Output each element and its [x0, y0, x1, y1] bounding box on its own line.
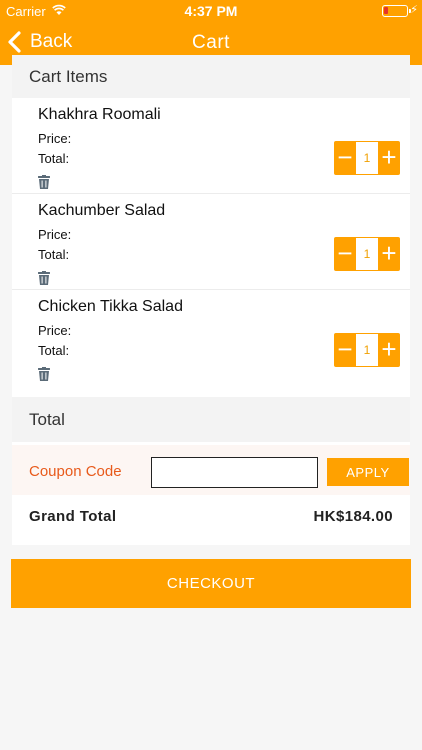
item-total-label: Total: — [38, 151, 70, 166]
item-name: Kachumber Salad — [38, 202, 166, 219]
quantity-value[interactable]: 1 — [356, 334, 378, 366]
checkout-button[interactable]: CHECKOUT — [11, 559, 411, 608]
trash-icon[interactable] — [38, 175, 50, 189]
cart-item: Khakhra Roomali Price: Total: − 1 + — [12, 98, 410, 194]
minus-icon[interactable]: − — [334, 333, 356, 367]
plus-icon[interactable]: + — [378, 237, 400, 271]
coupon-code-label: Coupon Code — [29, 463, 122, 480]
quantity-stepper: − 1 + — [334, 141, 400, 175]
page-title: Cart — [192, 32, 230, 53]
item-name: Khakhra Roomali — [38, 106, 161, 123]
plus-icon[interactable]: + — [378, 333, 400, 367]
plus-icon[interactable]: + — [378, 141, 400, 175]
item-price-label: Price: — [38, 131, 72, 146]
quantity-value[interactable]: 1 — [356, 238, 378, 270]
total-header: Total — [12, 397, 410, 442]
battery-icon — [382, 5, 411, 17]
grand-total-label: Grand Total — [29, 508, 117, 525]
trash-icon[interactable] — [38, 271, 50, 285]
grand-total-value: HK$184.00 — [313, 508, 393, 525]
cart-panel: Cart Items Khakhra Roomali Price: Total:… — [12, 55, 410, 545]
quantity-stepper: − 1 + — [334, 333, 400, 367]
item-price-label: Price: — [38, 323, 72, 338]
status-bar: Carrier 4:37 PM ⚡ — [0, 0, 422, 22]
item-price-label: Price: — [38, 227, 72, 242]
cart-item: Chicken Tikka Salad Price: Total: − 1 + — [12, 290, 410, 386]
cart-items-header: Cart Items — [12, 55, 410, 98]
coupon-row: Coupon Code APPLY — [12, 445, 410, 495]
apply-button[interactable]: APPLY — [327, 458, 409, 486]
minus-icon[interactable]: − — [334, 237, 356, 271]
item-total-label: Total: — [38, 247, 70, 262]
total-title: Total — [29, 409, 65, 429]
cart-items-title: Cart Items — [29, 66, 108, 86]
cart-item: Kachumber Salad Price: Total: − 1 + — [12, 194, 410, 290]
charging-bolt-icon: ⚡ — [410, 4, 418, 16]
quantity-stepper: − 1 + — [334, 237, 400, 271]
status-time: 4:37 PM — [184, 3, 238, 19]
minus-icon[interactable]: − — [334, 141, 356, 175]
item-total-label: Total: — [38, 343, 70, 358]
item-name: Chicken Tikka Salad — [38, 298, 183, 315]
trash-icon[interactable] — [38, 367, 50, 381]
quantity-value[interactable]: 1 — [356, 142, 378, 174]
coupon-code-input[interactable] — [151, 457, 318, 488]
